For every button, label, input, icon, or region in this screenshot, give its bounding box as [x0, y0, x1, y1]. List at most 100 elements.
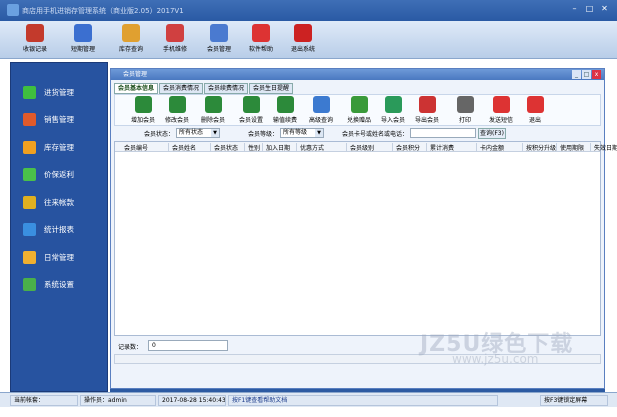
register-icon — [26, 24, 44, 42]
member-button-7[interactable]: 导入会员 — [377, 96, 409, 124]
member-button-9[interactable]: 打印 — [449, 96, 481, 124]
sidebar-item-label: 统计报表 — [44, 225, 74, 234]
table-header: 会员编号 会员姓名 会员状态 性别 加入日期 优惠方式 会员级别 会员积分 累计消费 卡内金额 按积… — [115, 142, 617, 152]
printer-icon — [456, 96, 474, 113]
sidebar-item-label: 价保返利 — [44, 170, 74, 179]
close-button[interactable]: ✕ — [598, 3, 611, 15]
card-search-label: 会员卡号或姓名或电话： — [342, 131, 409, 138]
import-icon — [384, 96, 402, 113]
minimize-button[interactable]: – — [568, 3, 581, 15]
column-header[interactable]: 性别 — [245, 143, 263, 152]
toolbar-button-3[interactable]: 手机维修 — [156, 23, 194, 57]
toolbar-button-label: 库存查询 — [118, 46, 143, 53]
star-icon — [23, 140, 36, 154]
column-header[interactable]: 优惠方式 — [297, 143, 347, 152]
column-header[interactable]: 会员姓名 — [169, 143, 211, 152]
member-button-4[interactable]: 输值续费 — [269, 96, 301, 124]
sidebar-item-4[interactable]: 往来帐款 — [23, 193, 74, 211]
card-search-input[interactable] — [410, 128, 476, 138]
sidebar-nav: 进货管理销售管理库存管理价保返利往来帐款统计报表日常管理系统设置 — [10, 62, 108, 392]
toolbar-button-label: 收银记录 — [22, 46, 47, 53]
sidebar-item-2[interactable]: 库存管理 — [23, 138, 74, 156]
member-button-11[interactable]: 退出 — [519, 96, 551, 124]
app-icon — [7, 4, 19, 16]
sidebar-item-1[interactable]: 销售管理 — [23, 111, 74, 129]
sidebar-item-label: 销售管理 — [44, 115, 74, 124]
toolbar-button-6[interactable]: 退出系统 — [284, 23, 322, 57]
status-hint: 按F1键查看帮助文档 — [228, 395, 498, 406]
member-table[interactable]: 会员编号 会员姓名 会员状态 性别 加入日期 优惠方式 会员级别 会员积分 累计消费 卡内金额 按积… — [114, 141, 617, 336]
status-select[interactable]: 所有状态 ▼ — [176, 128, 220, 138]
toolbar-button-4[interactable]: 会员管理 — [200, 23, 238, 57]
user-settings-icon — [242, 96, 260, 113]
edit-user-icon — [168, 96, 186, 113]
sidebar-item-label: 往来帐款 — [44, 197, 74, 207]
help-icon — [252, 24, 270, 42]
win-close-button[interactable]: x — [592, 70, 601, 79]
column-header[interactable]: 会员状态 — [211, 143, 245, 152]
sidebar-item-0[interactable]: 进货管理 — [23, 83, 74, 101]
column-header[interactable]: 加入日期 — [263, 143, 297, 152]
people-icon — [74, 24, 92, 42]
member-button-label: 删除会员 — [200, 117, 225, 124]
win-min-button[interactable]: _ — [572, 70, 581, 79]
sidebar-item-label: 系统设置 — [44, 280, 74, 289]
window-title: 商店用手机进销存管理系统（商业版2.05）2017V1 — [22, 7, 184, 15]
export-icon — [418, 96, 436, 113]
member-toolbar: 增加会员 修改会员 删除会员 会员设置 输值续费 高级查询 兑换赠品 导入会员 导出会员 打印 发送… — [114, 94, 601, 126]
sidebar-item-label: 进货管理 — [44, 87, 74, 97]
toolbar-button-5[interactable]: 软件帮助 — [242, 23, 280, 57]
member-button-2[interactable]: 删除会员 — [197, 96, 229, 124]
search-button[interactable]: 查询(F3) — [478, 128, 506, 139]
gift-icon — [350, 96, 368, 113]
record-count: 0 — [148, 340, 228, 351]
sidebar-item-5[interactable]: 统计报表 — [23, 221, 74, 239]
sidebar-item-3[interactable]: 价保返利 — [23, 166, 74, 184]
maximize-button[interactable]: □ — [583, 3, 596, 15]
toolbar-button-2[interactable]: 库存查询 — [112, 23, 150, 57]
sidebar-item-label: 日常管理 — [44, 252, 74, 262]
member-button-6[interactable]: 兑换赠品 — [343, 96, 375, 124]
level-select[interactable]: 所有等级 ▼ — [280, 128, 324, 138]
tab-2[interactable]: 会员续费情况 — [204, 83, 249, 94]
column-header[interactable]: 失效日期 — [591, 143, 617, 152]
power-icon — [294, 24, 312, 42]
sidebar-item-6[interactable]: 日常管理 — [23, 248, 74, 266]
column-header[interactable]: 会员积分 — [393, 143, 427, 152]
level-filter-label: 会员等级： — [248, 131, 279, 138]
column-header[interactable]: 会员编号 — [121, 143, 169, 152]
member-button-1[interactable]: 修改会员 — [161, 96, 193, 124]
gear-icon — [23, 278, 36, 291]
chevron-down-icon: ▼ — [315, 129, 323, 137]
toolbar-button-0[interactable]: 收银记录 — [16, 23, 54, 57]
member-button-0[interactable]: 增加会员 — [127, 96, 159, 124]
tab-0[interactable]: 会员基本信息 — [114, 83, 159, 94]
add-user-icon — [134, 96, 152, 113]
folder-icon — [23, 250, 36, 264]
member-button-8[interactable]: 导出会员 — [411, 96, 443, 124]
win-max-button[interactable]: □ — [582, 70, 591, 79]
status-filter-label: 会员状态： — [144, 131, 175, 138]
status-datetime: 2017-08-28 15:40:43 — [158, 395, 226, 406]
member-button-5[interactable]: 高级查询 — [305, 96, 337, 124]
tab-1[interactable]: 会员消费情况 — [159, 83, 204, 94]
member-button-label: 导出会员 — [414, 117, 439, 124]
member-button-label: 修改会员 — [164, 117, 189, 124]
tab-3[interactable]: 会员生日提醒 — [249, 83, 294, 94]
window-title-bar: 商店用手机进销存管理系统（商业版2.05）2017V1 – □ ✕ — [0, 0, 617, 21]
column-header[interactable]: 累计消费 — [427, 143, 477, 152]
member-button-label: 高级查询 — [308, 117, 333, 124]
column-header[interactable]: 按积分升级 — [523, 143, 557, 152]
sidebar-item-7[interactable]: 系统设置 — [23, 276, 74, 294]
tools-icon — [166, 24, 184, 42]
sms-icon — [492, 96, 510, 113]
column-header[interactable]: 卡内金额 — [477, 143, 523, 152]
bar-chart-icon — [23, 223, 36, 236]
toolbar-button-1[interactable]: 短期管理 — [64, 23, 102, 57]
column-header[interactable]: 使用期限 — [557, 143, 591, 152]
plus-icon — [23, 85, 36, 99]
member-button-10[interactable]: 发送短信 — [485, 96, 517, 124]
member-button-3[interactable]: 会员设置 — [235, 96, 267, 124]
status-operator: 操作员：admin — [80, 395, 156, 406]
column-header[interactable]: 会员级别 — [347, 143, 393, 152]
